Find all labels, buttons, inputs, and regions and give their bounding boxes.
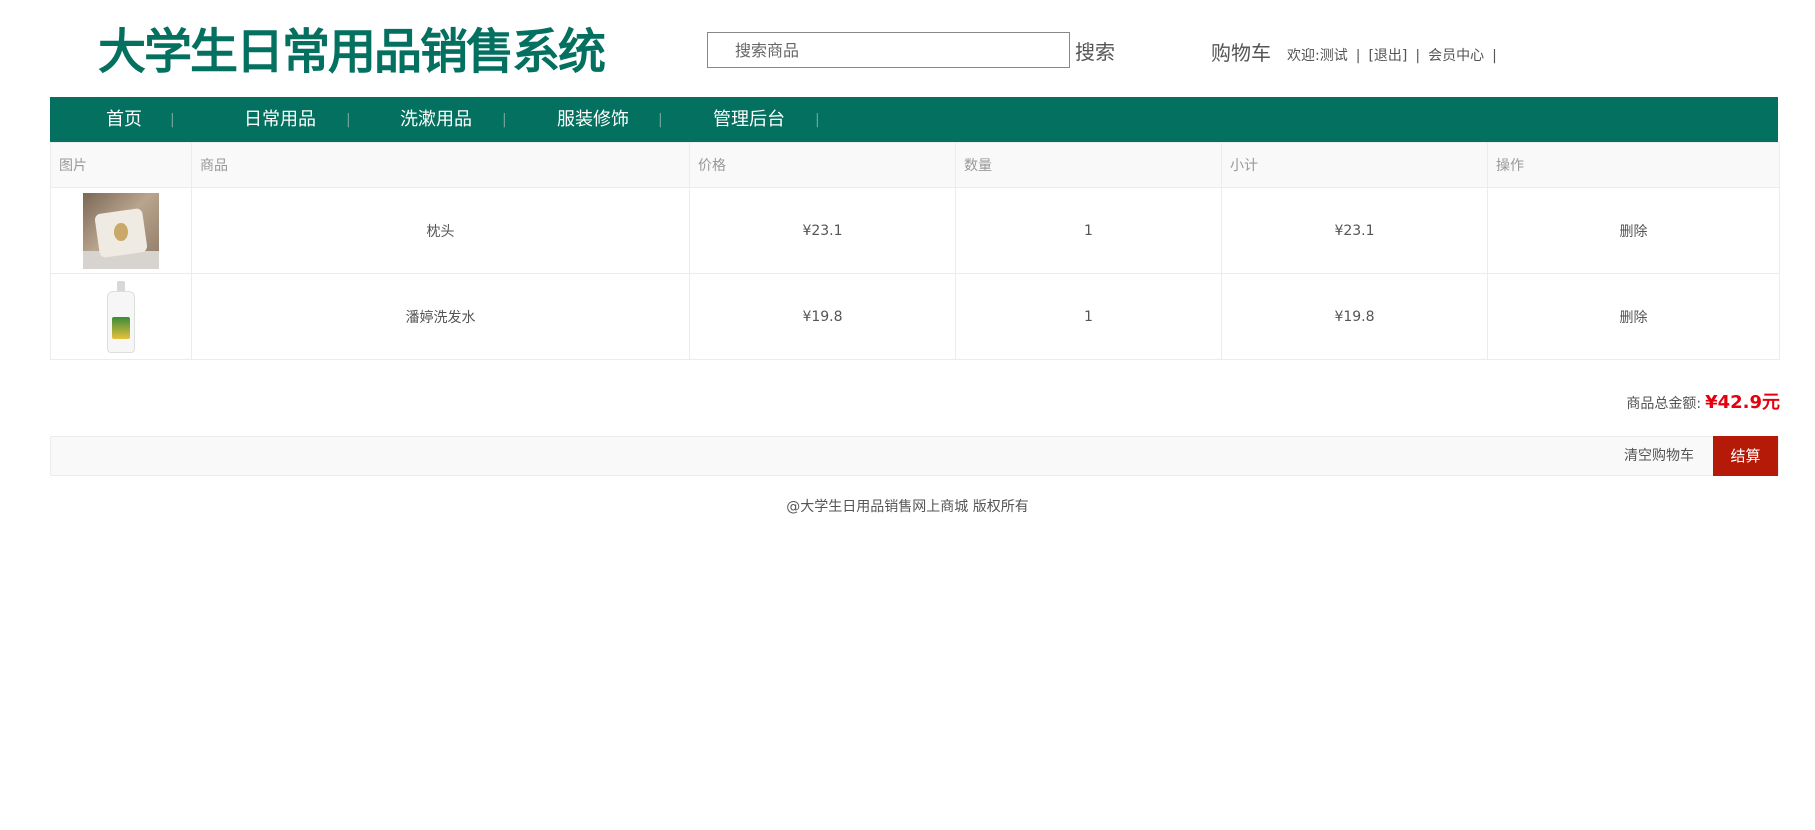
product-name: 潘婷洗发水 — [191, 273, 690, 360]
nav-separator: | — [170, 112, 175, 128]
search-input[interactable] — [707, 32, 1070, 68]
action-cell: 删除 — [1487, 187, 1780, 274]
nav-item-apparel[interactable]: 服装修饰 — [557, 97, 629, 142]
clear-cart-button[interactable]: 清空购物车 — [1624, 437, 1694, 475]
column-header-quantity: 数量 — [955, 142, 1222, 188]
action-cell: 删除 — [1487, 273, 1780, 360]
product-price: ¥23.1 — [689, 187, 956, 274]
order-total: 商品总金额: ¥42.9元 — [1626, 388, 1780, 414]
nav-item-admin[interactable]: 管理后台 — [713, 97, 785, 142]
nav-separator: | — [346, 112, 351, 128]
nav-item-toiletries[interactable]: 洗漱用品 — [400, 97, 472, 142]
total-label: 商品总金额: — [1626, 396, 1702, 412]
nav-separator: | — [658, 112, 663, 128]
nav-separator: | — [502, 112, 507, 128]
cart-table: 图片 商品 价格 数量 小计 操作 枕头 ¥23.1 1 ¥23.1 删除 潘婷… — [50, 142, 1780, 360]
product-quantity: 1 — [955, 187, 1222, 274]
column-header-product: 商品 — [191, 142, 690, 188]
column-header-action: 操作 — [1487, 142, 1780, 188]
search-button[interactable]: 搜索 — [1075, 36, 1115, 65]
member-center-link[interactable]: 会员中心 — [1428, 45, 1484, 65]
total-value: ¥42.9元 — [1705, 392, 1780, 413]
product-quantity: 1 — [955, 273, 1222, 360]
delete-link[interactable]: 删除 — [1620, 224, 1648, 240]
product-name: 枕头 — [191, 187, 690, 274]
product-subtotal: ¥19.8 — [1221, 273, 1488, 360]
footer-copyright: @大学生日用品销售网上商城 版权所有 — [786, 499, 1029, 515]
main-nav: 首页 | 日常用品 | 洗漱用品 | 服装修饰 | 管理后台 | — [50, 97, 1778, 142]
checkout-button[interactable]: 结算 — [1713, 436, 1778, 476]
table-row: 枕头 ¥23.1 1 ¥23.1 删除 — [50, 187, 1780, 274]
header: 大学生日常用品销售系统 搜索 购物车 欢迎:测试 | [退出] | 会员中心 | — [0, 0, 1815, 97]
cart-actions-bar: 清空购物车 结算 — [50, 436, 1779, 476]
shampoo-image[interactable] — [83, 279, 159, 355]
nav-item-home[interactable]: 首页 — [106, 97, 142, 142]
nav-item-daily-goods[interactable]: 日常用品 — [244, 97, 316, 142]
nav-separator: | — [815, 112, 820, 128]
user-bar: 购物车 欢迎:测试 | [退出] | 会员中心 | — [1211, 37, 1505, 66]
site-logo[interactable]: 大学生日常用品销售系统 — [98, 20, 606, 84]
column-header-subtotal: 小计 — [1221, 142, 1488, 188]
logout-link[interactable]: [退出] — [1368, 45, 1407, 65]
pillow-image[interactable] — [83, 192, 159, 269]
product-subtotal: ¥23.1 — [1221, 187, 1488, 274]
table-header-row: 图片 商品 价格 数量 小计 操作 — [50, 142, 1780, 188]
column-header-price: 价格 — [689, 142, 956, 188]
product-price: ¥19.8 — [689, 273, 956, 360]
divider: | — [1415, 48, 1421, 64]
table-row: 潘婷洗发水 ¥19.8 1 ¥19.8 删除 — [50, 273, 1780, 360]
delete-link[interactable]: 删除 — [1620, 310, 1648, 326]
product-image-cell — [50, 273, 192, 360]
welcome-text: 欢迎:测试 — [1287, 48, 1348, 64]
divider: | — [1492, 48, 1497, 64]
cart-link[interactable]: 购物车 — [1211, 37, 1271, 66]
column-header-image: 图片 — [50, 142, 192, 188]
product-image-cell — [50, 187, 192, 274]
divider: | — [1355, 48, 1361, 64]
